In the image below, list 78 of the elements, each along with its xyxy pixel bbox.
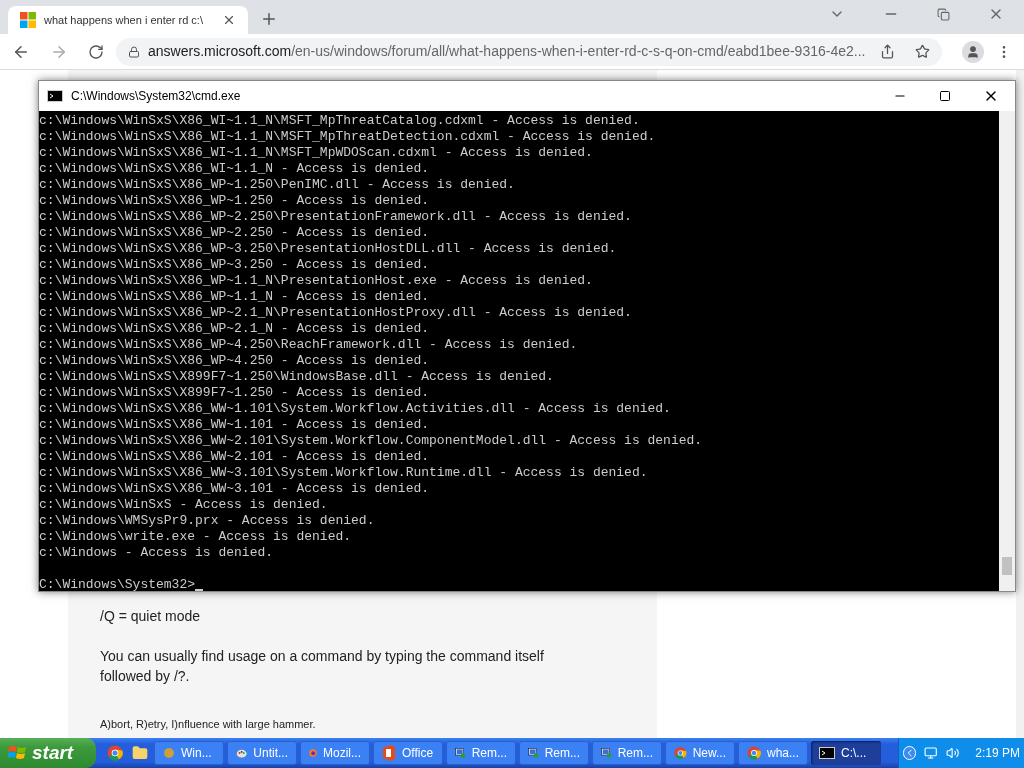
chrome-icon: [674, 745, 687, 761]
restore-icon[interactable]: [937, 7, 950, 21]
chevron-left-icon[interactable]: [903, 746, 917, 760]
console-line: c:\Windows\WinSxS\X86_WP~1.1_N\PresentationHost.exe - Access is denied.: [39, 273, 593, 289]
console-line: c:\Windows\WinSxS\X86_WI~1.1_N - Access is denied.: [39, 161, 430, 177]
console-line: c:\Windows\write.exe - Access is denied.: [39, 529, 352, 545]
console-line: c:\Windows\WMSysPr9.prx - Access is denied.: [39, 513, 375, 529]
star-icon[interactable]: [915, 44, 930, 59]
network-icon[interactable]: [924, 746, 938, 760]
console-line: c:\Windows - Access is denied.: [39, 545, 274, 561]
signature-text: A)bort, R)etry, I)nfluence with large hammer.: [100, 716, 317, 732]
console-line: c:\Windows\WinSxS\X86_WP~3.250\PresentationHostDLL.dll - Access is denied.: [39, 241, 617, 257]
taskbar-button[interactable]: Win...: [154, 741, 224, 765]
command-prompt: C:\Windows\System32>: [39, 577, 196, 591]
scroll-thumb[interactable]: [1002, 557, 1012, 575]
remote-desktop-icon: [528, 745, 539, 761]
console-icon: [819, 747, 835, 759]
page-scrollbar[interactable]: [1016, 70, 1024, 738]
console-line: c:\Windows\WinSxS\X86_WP~2.1_N - Access is denied.: [39, 321, 430, 337]
four-squares-icon: [20, 12, 36, 28]
post-text: You can usually find usage on a command by typing the command itself followed by /?.: [100, 646, 545, 686]
console-line: c:\Windows\WinSxS\X86_WP~1.250\PenIMC.dll - Access is denied.: [39, 177, 515, 193]
console-line: c:\Windows\WinSxS\X86_WW~2.101\System.Workflow.ComponentModel.dll - Access is denied.: [39, 433, 703, 449]
console-icon: [47, 90, 63, 102]
taskbar-button[interactable]: Untit...: [227, 741, 297, 765]
lock-icon: [128, 45, 140, 58]
reload-icon[interactable]: [88, 43, 104, 60]
windows-flag-icon: [8, 744, 28, 762]
console-line: c:\Windows\WinSxS - Access is denied.: [39, 497, 328, 513]
console-line: c:\Windows\WinSxS\X86_WP~2.250 - Access is denied.: [39, 225, 430, 241]
console-line: c:\Windows\WinSxS\X86_WP~4.250\ReachFramework.dll - Access is denied.: [39, 337, 578, 353]
taskbar-button[interactable]: wha...: [738, 741, 808, 765]
console-line: c:\Windows\WinSxS\X86_WW~3.101 - Access is denied.: [39, 481, 430, 497]
chrome-icon: [747, 745, 761, 761]
post-text: /Q = quiet mode: [100, 606, 201, 626]
remote-desktop-icon: [601, 745, 612, 761]
url-text: answers.microsoft.com/en-us/windows/forum/all/what-happens-when-i-enter-rd-c-s-q-on-cmd/eabd1bee-9316-4e2...: [148, 42, 867, 61]
text-cursor: [195, 589, 204, 591]
clock: 2:19 PM: [975, 745, 1020, 762]
tab-title: what happens when i enter rd c:\: [44, 12, 204, 28]
taskbar-button[interactable]: C:\...: [811, 741, 881, 765]
console-line: c:\Windows\WinSxS\X86_WI~1.1_N\MSFT_MpThreatDetection.cdxml - Access is denied.: [39, 129, 656, 145]
start-button[interactable]: start: [0, 738, 96, 768]
taskbar-button[interactable]: Rem...: [446, 741, 516, 765]
console-line: c:\Windows\WinSxS\X86_WI~1.1_N\MSFT_MpThreatCatalog.cdxml - Access is denied.: [39, 113, 640, 129]
console-line: c:\Windows\WinSxS\X86_WW~3.101\System.Workflow.Runtime.dll - Access is denied.: [39, 465, 648, 481]
taskbar-button[interactable]: Rem...: [592, 741, 662, 765]
new-tab-icon[interactable]: [260, 10, 278, 28]
window-title: C:\Windows\System32\cmd.exe: [71, 88, 241, 105]
taskbar-button[interactable]: Mozil...: [300, 741, 370, 765]
chrome-icon: [107, 745, 123, 761]
taskbar-button[interactable]: New...: [665, 741, 735, 765]
taskbar-button[interactable]: Rem...: [519, 741, 589, 765]
console-line: c:\Windows\WinSxS\X86_WP~1.1_N - Access is denied.: [39, 289, 430, 305]
speaker-icon[interactable]: [945, 746, 960, 760]
circle-icon: [163, 747, 175, 759]
console-line: c:\Windows\WinSxS\X86_WP~3.250 - Access is denied.: [39, 257, 430, 273]
console-scrollbar[interactable]: [999, 111, 1015, 591]
avatar-icon[interactable]: [962, 40, 984, 63]
console-line: c:\Windows\WinSxS\X86_WP~2.1_N\PresentationHostProxy.dll - Access is denied.: [39, 305, 632, 321]
remote-desktop-icon: [455, 745, 466, 761]
console-line: c:\Windows\WinSxS\X899F7~1.250\WindowsBase.dll - Access is denied.: [39, 369, 554, 385]
browser-tab[interactable]: what happens when i enter rd c:\: [8, 6, 248, 34]
office-icon: [382, 745, 396, 761]
address-bar[interactable]: answers.microsoft.com/en-us/windows/forum/all/what-happens-when-i-enter-rd-c-s-q-on-cmd/eabd1bee-9316-4e2...: [116, 37, 942, 66]
console-line: c:\Windows\WinSxS\X86_WI~1.1_N\MSFT_MpWDOScan.cdxml - Access is denied.: [39, 145, 593, 161]
console-line: c:\Windows\WinSxS\X86_WW~1.101\System.Workflow.Activities.dll - Access is denied.: [39, 401, 671, 417]
maximize-icon[interactable]: [939, 90, 951, 102]
console-line: c:\Windows\WinSxS\X86_WP~2.250\PresentationFramework.dll - Access is denied.: [39, 209, 632, 225]
share-icon[interactable]: [880, 44, 895, 59]
console-line: c:\Windows\WinSxS\X86_WP~1.250 - Access is denied.: [39, 193, 430, 209]
console-line: c:\Windows\WinSxS\X86_WW~2.101 - Access is denied.: [39, 449, 430, 465]
console-line: c:\Windows\WinSxS\X86_WW~1.101 - Access is denied.: [39, 417, 430, 433]
taskbar-button[interactable]: Office: [373, 741, 443, 765]
console-line: c:\Windows\WinSxS\X86_WP~4.250 - Access is denied.: [39, 353, 430, 369]
folder-icon: [132, 745, 148, 761]
console-line: c:\Windows\WinSxS\X899F7~1.250 - Access is denied.: [39, 385, 430, 401]
close-icon[interactable]: [222, 13, 236, 27]
